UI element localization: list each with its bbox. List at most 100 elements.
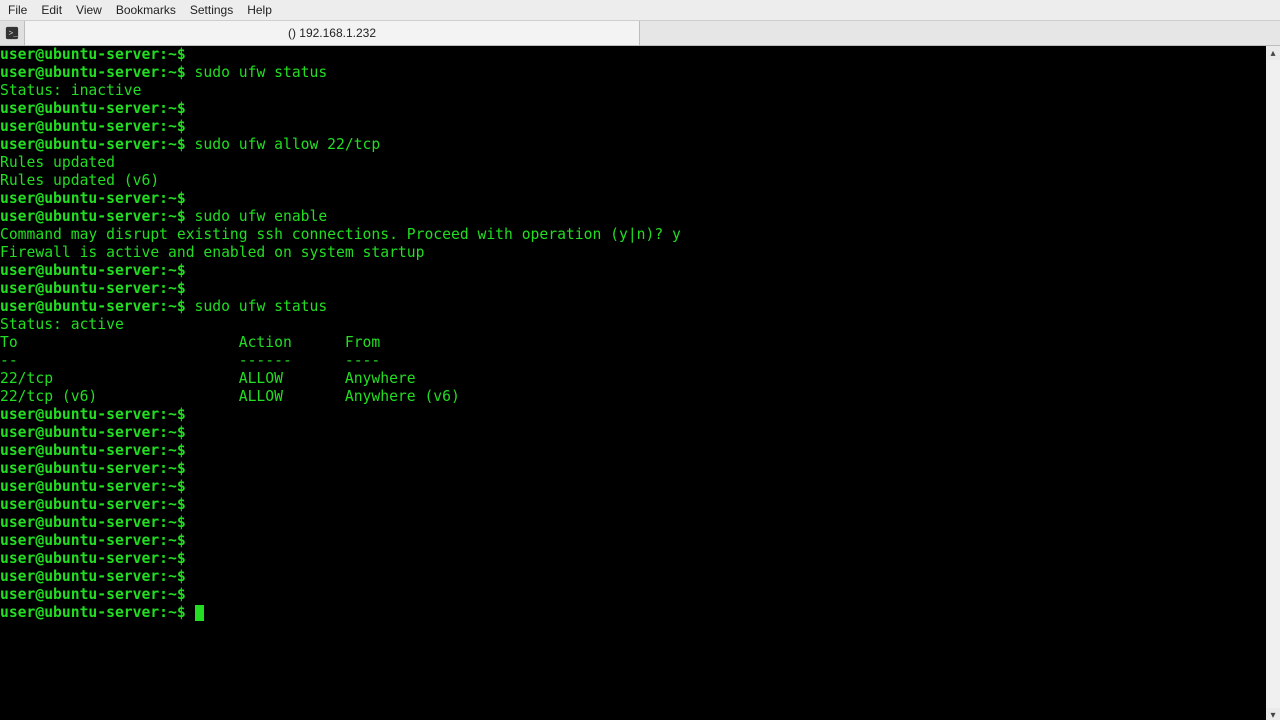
prompt-separator: : bbox=[159, 262, 168, 279]
terminal-line: user@ubuntu-server:~$ bbox=[0, 550, 1266, 568]
tab-session[interactable]: () 192.168.1.232 bbox=[25, 21, 640, 45]
prompt-separator: : bbox=[159, 532, 168, 549]
prompt-separator: : bbox=[159, 442, 168, 459]
prompt-path: ~ bbox=[168, 496, 177, 513]
terminal-line: user@ubuntu-server:~$ bbox=[0, 424, 1266, 442]
prompt-user: user@ubuntu-server bbox=[0, 298, 159, 315]
prompt-path: ~ bbox=[168, 568, 177, 585]
prompt-separator: : bbox=[159, 136, 168, 153]
terminal-line: user@ubuntu-server:~$ sudo ufw allow 22/… bbox=[0, 136, 1266, 154]
prompt-symbol: $ bbox=[177, 586, 186, 603]
tab-label: () 192.168.1.232 bbox=[288, 26, 376, 40]
prompt-path: ~ bbox=[168, 478, 177, 495]
prompt-separator: : bbox=[159, 604, 168, 621]
prompt-separator: : bbox=[159, 118, 168, 135]
prompt-path: ~ bbox=[168, 460, 177, 477]
menu-bookmarks[interactable]: Bookmarks bbox=[116, 3, 176, 17]
terminal-line: user@ubuntu-server:~$ bbox=[0, 190, 1266, 208]
prompt-path: ~ bbox=[168, 208, 177, 225]
prompt-path: ~ bbox=[168, 424, 177, 441]
prompt-separator: : bbox=[159, 514, 168, 531]
terminal-area: user@ubuntu-server:~$ user@ubuntu-server… bbox=[0, 46, 1280, 720]
prompt-symbol: $ bbox=[177, 118, 186, 135]
prompt-path: ~ bbox=[168, 406, 177, 423]
menu-file[interactable]: File bbox=[8, 3, 27, 17]
prompt-symbol: $ bbox=[177, 550, 186, 567]
terminal-line: user@ubuntu-server:~$ bbox=[0, 514, 1266, 532]
terminal-line: user@ubuntu-server:~$ bbox=[0, 280, 1266, 298]
prompt-symbol: $ bbox=[177, 208, 186, 225]
prompt-symbol: $ bbox=[177, 604, 186, 621]
prompt-path: ~ bbox=[168, 46, 177, 63]
prompt-user: user@ubuntu-server bbox=[0, 478, 159, 495]
prompt-symbol: $ bbox=[177, 406, 186, 423]
terminal-line: user@ubuntu-server:~$ bbox=[0, 460, 1266, 478]
prompt-path: ~ bbox=[168, 514, 177, 531]
prompt-symbol: $ bbox=[177, 442, 186, 459]
prompt-separator: : bbox=[159, 568, 168, 585]
terminal-output-line: To Action From bbox=[0, 334, 1266, 352]
terminal-line: user@ubuntu-server:~$ bbox=[0, 442, 1266, 460]
terminal-line: user@ubuntu-server:~$ bbox=[0, 532, 1266, 550]
terminal-line: user@ubuntu-server:~$ bbox=[0, 586, 1266, 604]
terminal-line: user@ubuntu-server:~$ bbox=[0, 568, 1266, 586]
terminal-output-line: Rules updated (v6) bbox=[0, 172, 1266, 190]
terminal-output-line: Status: inactive bbox=[0, 82, 1266, 100]
menu-edit[interactable]: Edit bbox=[41, 3, 62, 17]
terminal-line: user@ubuntu-server:~$ bbox=[0, 496, 1266, 514]
prompt-user: user@ubuntu-server bbox=[0, 118, 159, 135]
scrollbar-track[interactable] bbox=[1266, 60, 1280, 708]
scroll-down-icon[interactable]: ▾ bbox=[1266, 708, 1280, 720]
terminal-line: user@ubuntu-server:~$ sudo ufw enable bbox=[0, 208, 1266, 226]
prompt-user: user@ubuntu-server bbox=[0, 262, 159, 279]
prompt-symbol: $ bbox=[177, 46, 186, 63]
terminal-icon[interactable]: >_ bbox=[0, 21, 25, 45]
prompt-symbol: $ bbox=[177, 496, 186, 513]
prompt-path: ~ bbox=[168, 100, 177, 117]
prompt-path: ~ bbox=[168, 550, 177, 567]
prompt-symbol: $ bbox=[177, 100, 186, 117]
terminal-output-line: Firewall is active and enabled on system… bbox=[0, 244, 1266, 262]
menubar: File Edit View Bookmarks Settings Help bbox=[0, 0, 1280, 21]
terminal-output-line: 22/tcp (v6) ALLOW Anywhere (v6) bbox=[0, 388, 1266, 406]
prompt-user: user@ubuntu-server bbox=[0, 190, 159, 207]
prompt-path: ~ bbox=[168, 442, 177, 459]
prompt-separator: : bbox=[159, 478, 168, 495]
terminal-line: user@ubuntu-server:~$ bbox=[0, 118, 1266, 136]
terminal-line: user@ubuntu-server:~$ bbox=[0, 46, 1266, 64]
scroll-up-icon[interactable]: ▴ bbox=[1266, 46, 1280, 60]
prompt-user: user@ubuntu-server bbox=[0, 406, 159, 423]
terminal-line: user@ubuntu-server:~$ bbox=[0, 604, 1266, 622]
prompt-path: ~ bbox=[168, 586, 177, 603]
command-text: sudo ufw enable bbox=[195, 208, 328, 225]
terminal-output-line: Rules updated bbox=[0, 154, 1266, 172]
prompt-symbol: $ bbox=[177, 64, 186, 81]
menu-view[interactable]: View bbox=[76, 3, 102, 17]
svg-text:>_: >_ bbox=[9, 30, 19, 39]
prompt-symbol: $ bbox=[177, 460, 186, 477]
menu-help[interactable]: Help bbox=[247, 3, 272, 17]
prompt-path: ~ bbox=[168, 190, 177, 207]
prompt-user: user@ubuntu-server bbox=[0, 208, 159, 225]
prompt-symbol: $ bbox=[177, 136, 186, 153]
command-text: sudo ufw status bbox=[195, 64, 328, 81]
terminal-line: user@ubuntu-server:~$ bbox=[0, 478, 1266, 496]
prompt-user: user@ubuntu-server bbox=[0, 532, 159, 549]
terminal-cursor bbox=[195, 605, 204, 621]
prompt-separator: : bbox=[159, 46, 168, 63]
terminal[interactable]: user@ubuntu-server:~$ user@ubuntu-server… bbox=[0, 46, 1266, 720]
prompt-symbol: $ bbox=[177, 280, 186, 297]
menu-settings[interactable]: Settings bbox=[190, 3, 233, 17]
scrollbar[interactable]: ▴ ▾ bbox=[1266, 46, 1280, 720]
prompt-user: user@ubuntu-server bbox=[0, 586, 159, 603]
prompt-path: ~ bbox=[168, 280, 177, 297]
prompt-path: ~ bbox=[168, 532, 177, 549]
prompt-separator: : bbox=[159, 190, 168, 207]
prompt-separator: : bbox=[159, 100, 168, 117]
prompt-symbol: $ bbox=[177, 478, 186, 495]
prompt-separator: : bbox=[159, 406, 168, 423]
tabbar: >_ () 192.168.1.232 bbox=[0, 21, 1280, 46]
prompt-symbol: $ bbox=[177, 568, 186, 585]
prompt-path: ~ bbox=[168, 262, 177, 279]
prompt-user: user@ubuntu-server bbox=[0, 136, 159, 153]
